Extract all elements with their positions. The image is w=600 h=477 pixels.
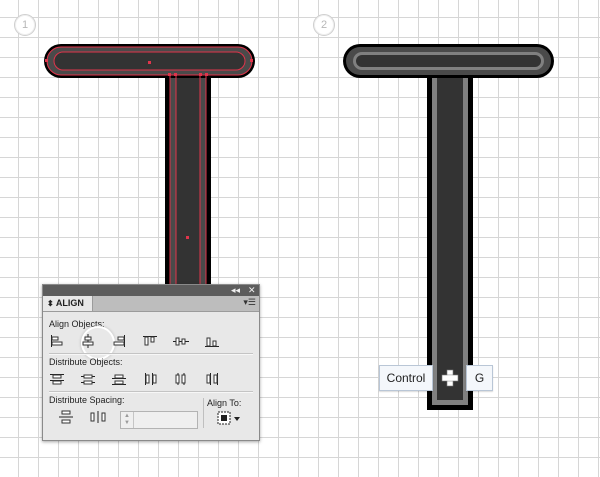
align-to-selection-dropdown[interactable] — [217, 411, 243, 427]
t2-bar-inner — [356, 55, 541, 67]
horizontal-distribute-left-icon[interactable] — [140, 371, 160, 387]
panel-menu-icon[interactable]: ▾☰ — [243, 297, 256, 308]
vertical-align-center-icon[interactable] — [171, 333, 191, 349]
horizontal-distribute-right-icon[interactable] — [202, 371, 222, 387]
spacing-value-field[interactable]: ▲ ▼ — [120, 411, 198, 429]
divider — [203, 398, 204, 428]
collapse-panel-icon[interactable]: ◂◂ — [231, 284, 240, 296]
align-panel: ◂◂ ✕ ⬍ ALIGN ▾☰ Align Objects: Distribut — [42, 284, 260, 441]
plus-icon — [441, 369, 459, 387]
distribute-objects-label: Distribute Objects: — [49, 357, 123, 367]
vertical-align-top-icon[interactable] — [140, 333, 160, 349]
distribute-spacing-label: Distribute Spacing: — [49, 395, 125, 405]
horizontal-align-right-icon[interactable] — [109, 333, 129, 349]
distribute-spacing-buttons — [56, 409, 119, 425]
stepper-up-icon[interactable]: ▲ — [124, 413, 130, 419]
align-objects-buttons — [47, 333, 233, 349]
divider — [49, 353, 253, 355]
horizontal-distribute-center-icon[interactable] — [171, 371, 191, 387]
letter-t-step-2[interactable] — [343, 44, 554, 410]
g-key: G — [466, 365, 493, 391]
panel-titlebar[interactable]: ◂◂ ✕ — [43, 285, 259, 296]
anchor-points — [45, 59, 253, 239]
selection-outline — [46, 46, 253, 292]
align-to-selection-icon — [217, 411, 240, 425]
vertical-align-bottom-icon[interactable] — [202, 333, 222, 349]
vertical-distribute-top-icon[interactable] — [47, 371, 67, 387]
align-to-label: Align To: — [207, 398, 242, 408]
horizontal-distribute-space-icon[interactable] — [88, 409, 108, 425]
horizontal-align-center-icon[interactable] — [78, 333, 98, 349]
vertical-distribute-center-icon[interactable] — [78, 371, 98, 387]
t-stem-inner — [176, 78, 200, 292]
vertical-distribute-bottom-icon[interactable] — [109, 371, 129, 387]
distribute-objects-buttons — [47, 371, 233, 387]
close-panel-icon[interactable]: ✕ — [248, 284, 256, 296]
horizontal-align-left-icon[interactable] — [47, 333, 67, 349]
letter-t-step-1[interactable] — [44, 44, 255, 292]
vertical-distribute-space-icon[interactable] — [56, 409, 76, 425]
tab-align[interactable]: ⬍ ALIGN — [43, 296, 93, 311]
t2-stem-inner — [437, 78, 463, 400]
tab-align-label: ALIGN — [55, 298, 84, 308]
divider — [49, 391, 253, 393]
stepper-down-icon[interactable]: ▼ — [124, 420, 130, 426]
control-key: Control — [379, 365, 433, 391]
tab-arrows-icon: ⬍ — [47, 299, 54, 308]
panel-tabs: ⬍ ALIGN ▾☰ — [43, 296, 259, 312]
spacing-stepper[interactable]: ▲ ▼ — [121, 412, 134, 428]
